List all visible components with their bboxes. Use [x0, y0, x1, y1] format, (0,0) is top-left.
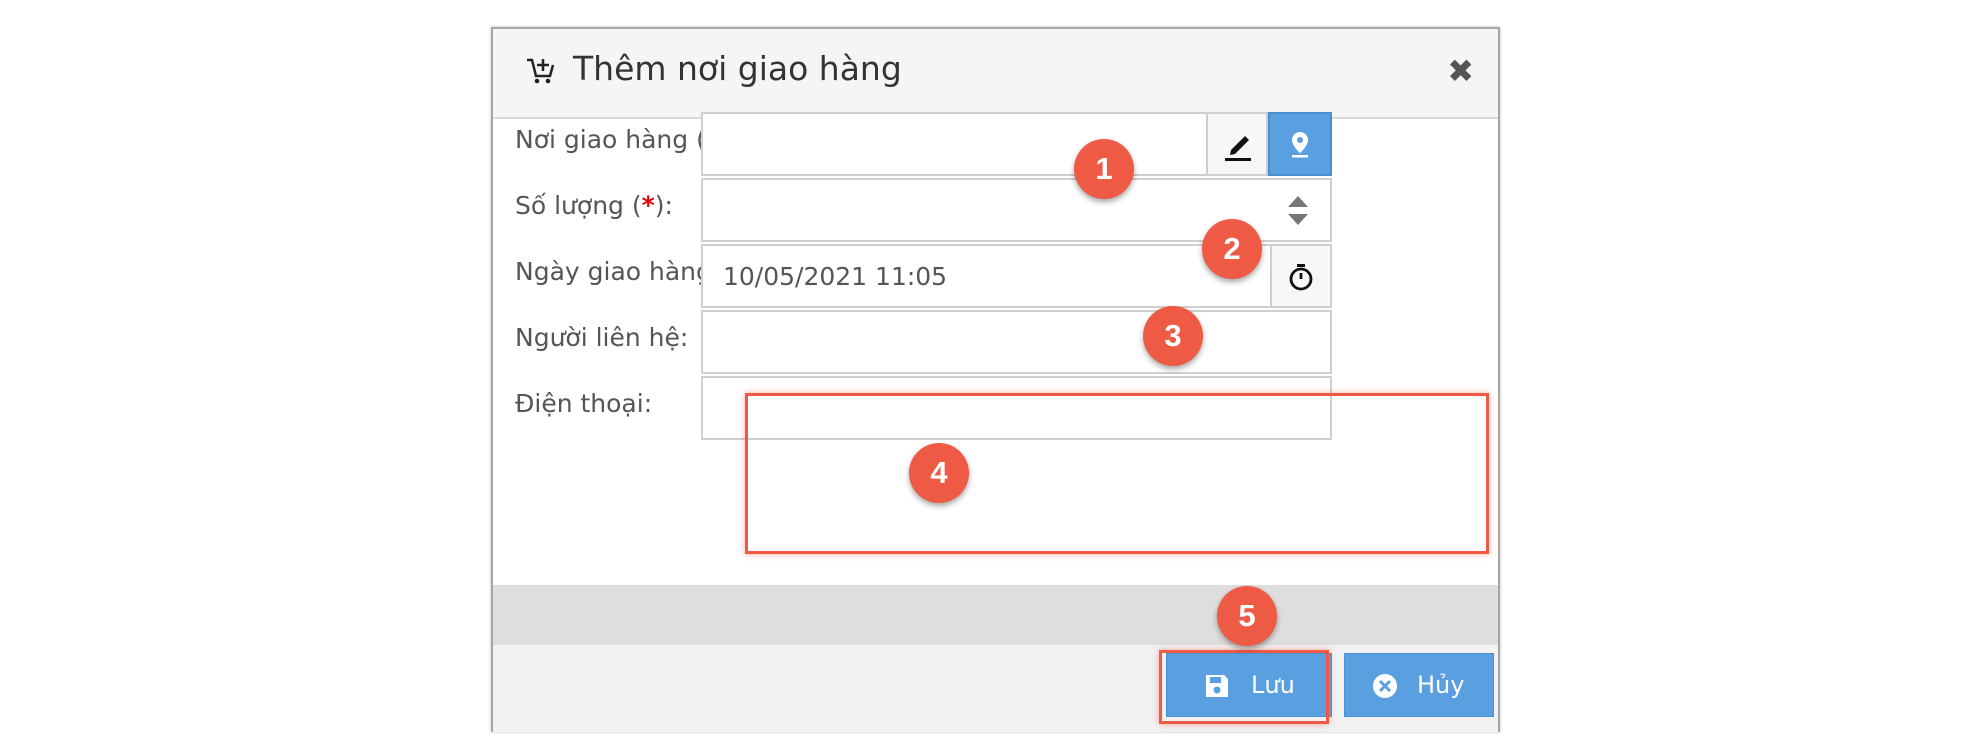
cart-plus-icon — [527, 58, 555, 84]
cancel-button-label: Hủy — [1417, 671, 1465, 699]
phone-label: Điện thoại: — [515, 389, 653, 418]
map-location-button[interactable] — [1268, 112, 1332, 176]
edit-pencil-icon — [1225, 136, 1251, 161]
dialog-header: Thêm nơi giao hàng ✖ — [493, 29, 1498, 119]
save-button-highlight — [1159, 650, 1329, 724]
cancel-button[interactable]: Hủy — [1344, 653, 1494, 717]
callout-badge-4: 4 — [909, 443, 969, 503]
add-delivery-dialog: Thêm nơi giao hàng ✖ Nơi giao hàng (*): … — [491, 27, 1500, 732]
contact-fields-highlight — [745, 393, 1489, 554]
quantity-label: Số lượng (*): — [515, 191, 673, 220]
spin-up-icon[interactable] — [1288, 196, 1308, 207]
stopwatch-icon — [1289, 264, 1313, 291]
edit-place-button[interactable] — [1206, 112, 1268, 176]
cancel-circle-icon — [1373, 674, 1397, 698]
callout-badge-2: 2 — [1202, 219, 1262, 279]
callout-badge-5: 5 — [1217, 586, 1277, 646]
footer-divider-band — [493, 585, 1498, 645]
spin-down-icon[interactable] — [1288, 214, 1308, 225]
time-picker-button[interactable] — [1270, 244, 1332, 308]
contact-person-label: Người liên hệ: — [515, 323, 689, 352]
delivery-date-input[interactable]: 10/05/2021 11:05 — [701, 244, 1272, 308]
delivery-date-value: 10/05/2021 11:05 — [723, 262, 948, 291]
callout-badge-1: 1 — [1074, 139, 1134, 199]
map-marker-icon — [1292, 132, 1308, 158]
contact-person-input[interactable] — [701, 310, 1332, 374]
dialog-title: Thêm nơi giao hàng — [573, 49, 902, 88]
required-mark: * — [641, 191, 655, 220]
close-icon[interactable]: ✖ — [1447, 55, 1474, 87]
callout-badge-3: 3 — [1143, 306, 1203, 366]
